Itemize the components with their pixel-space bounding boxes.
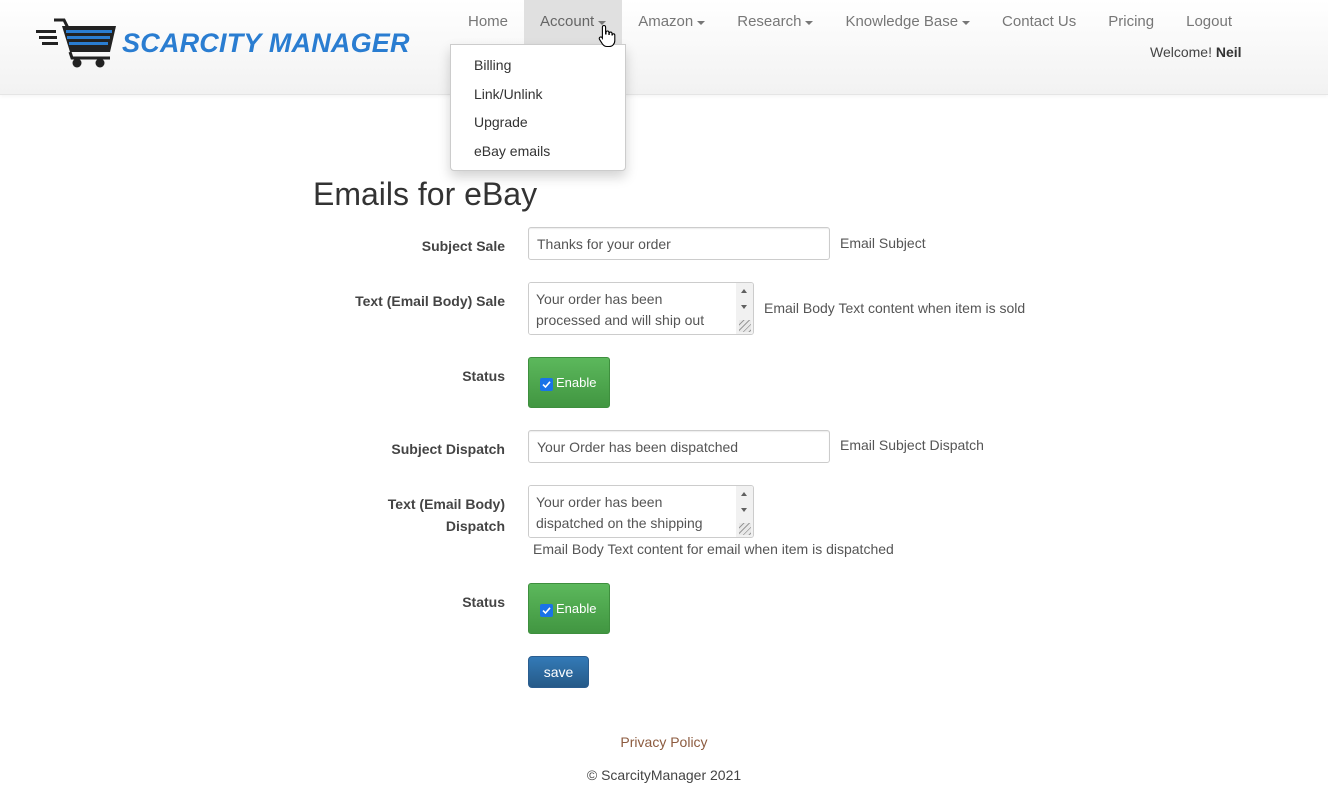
status-sale-checkbox[interactable] xyxy=(540,378,553,391)
body-dispatch-textarea-wrapper: Your order has been dispatched on the sh… xyxy=(528,485,754,538)
body-sale-help: Email Body Text content when item is sol… xyxy=(764,300,1026,316)
nav-amazon[interactable]: Amazon xyxy=(622,0,721,44)
checkmark-icon xyxy=(542,381,551,389)
nav-pricing-label: Pricing xyxy=(1108,13,1155,30)
scroll-up-arrow-icon[interactable] xyxy=(741,289,747,293)
subject-dispatch-input[interactable] xyxy=(528,430,830,463)
scroll-up-arrow-icon[interactable] xyxy=(741,492,747,496)
welcome-username: Neil xyxy=(1215,44,1242,60)
body-dispatch-label-line1: Text (Email Body) xyxy=(387,496,505,512)
status-dispatch-toggle-label: Enable xyxy=(556,601,597,616)
brand-name: SCARCITY MANAGER xyxy=(122,27,410,58)
nav-account-label: Account xyxy=(540,13,595,30)
nav-knowledge-base-label: Knowledge Base xyxy=(845,13,959,30)
body-dispatch-textarea[interactable]: Your order has been dispatched on the sh… xyxy=(529,486,737,537)
nav-knowledge-base[interactable]: Knowledge Base xyxy=(829,0,986,44)
body-sale-textarea-wrapper: Your order has been processed and will s… xyxy=(528,282,754,335)
copyright: © ScarcityManager 2021 xyxy=(586,767,742,783)
privacy-policy-link[interactable]: Privacy Policy xyxy=(0,734,1328,750)
scroll-down-arrow-icon[interactable] xyxy=(741,305,747,309)
brand-logo[interactable]: SCARCITY MANAGER xyxy=(36,16,426,68)
menu-item-link-unlink[interactable]: Link/Unlink xyxy=(451,80,625,109)
menu-item-billing[interactable]: Billing xyxy=(451,51,625,80)
caret-down-icon xyxy=(805,21,814,26)
nav-logout-label: Logout xyxy=(1186,13,1232,30)
status-dispatch-label: Status xyxy=(462,594,505,610)
nav-logout[interactable]: Logout xyxy=(1170,0,1248,44)
nav-contact-us[interactable]: Contact Us xyxy=(986,0,1092,44)
checkmark-icon xyxy=(542,607,551,615)
subject-dispatch-label: Subject Dispatch xyxy=(391,441,505,457)
menu-item-ebay-emails[interactable]: eBay emails xyxy=(451,137,625,166)
nav-research-label: Research xyxy=(737,13,802,30)
nav-pricing[interactable]: Pricing xyxy=(1092,0,1170,44)
caret-down-icon xyxy=(697,21,706,26)
welcome-prefix: Welcome! xyxy=(1150,44,1212,60)
subject-sale-help: Email Subject xyxy=(840,235,926,251)
body-dispatch-help: Email Body Text content for email when i… xyxy=(533,541,894,557)
nav-home[interactable]: Home xyxy=(452,0,524,44)
account-dropdown-menu: Billing Link/Unlink Upgrade eBay emails xyxy=(450,44,626,171)
nav-home-label: Home xyxy=(468,13,509,30)
subject-sale-input[interactable] xyxy=(528,227,830,260)
nav-amazon-label: Amazon xyxy=(638,13,694,30)
body-sale-textarea[interactable]: Your order has been processed and will s… xyxy=(529,283,737,334)
body-dispatch-label: Text (Email Body) Dispatch xyxy=(305,493,505,537)
welcome-message: Welcome! Neil xyxy=(1150,44,1242,60)
scroll-down-arrow-icon[interactable] xyxy=(741,508,747,512)
subject-sale-label: Subject Sale xyxy=(421,238,505,254)
nav-contact-us-label: Contact Us xyxy=(1002,13,1077,30)
body-sale-label: Text (Email Body) Sale xyxy=(355,293,505,309)
main-nav: Home Account Amazon Research Knowledge B… xyxy=(452,0,1248,44)
resize-grip-icon[interactable] xyxy=(739,320,751,332)
body-dispatch-label-line2: Dispatch xyxy=(445,518,505,534)
status-dispatch-checkbox[interactable] xyxy=(540,604,553,617)
menu-item-upgrade[interactable]: Upgrade xyxy=(451,108,625,137)
navbar: SCARCITY MANAGER Home Account Amazon Res… xyxy=(0,0,1328,95)
hand-pointer-cursor-icon xyxy=(598,24,616,48)
page-title: Emails for eBay xyxy=(313,176,538,212)
status-sale-label: Status xyxy=(462,368,505,384)
subject-dispatch-help: Email Subject Dispatch xyxy=(840,437,984,453)
save-button[interactable]: save xyxy=(528,656,589,688)
nav-research[interactable]: Research xyxy=(721,0,829,44)
status-sale-toggle-label: Enable xyxy=(556,375,597,390)
status-sale-toggle[interactable]: Enable xyxy=(528,357,610,408)
resize-grip-icon[interactable] xyxy=(739,523,751,535)
shopping-cart-icon xyxy=(36,18,116,68)
caret-down-icon xyxy=(962,21,971,26)
status-dispatch-toggle[interactable]: Enable xyxy=(528,583,610,634)
